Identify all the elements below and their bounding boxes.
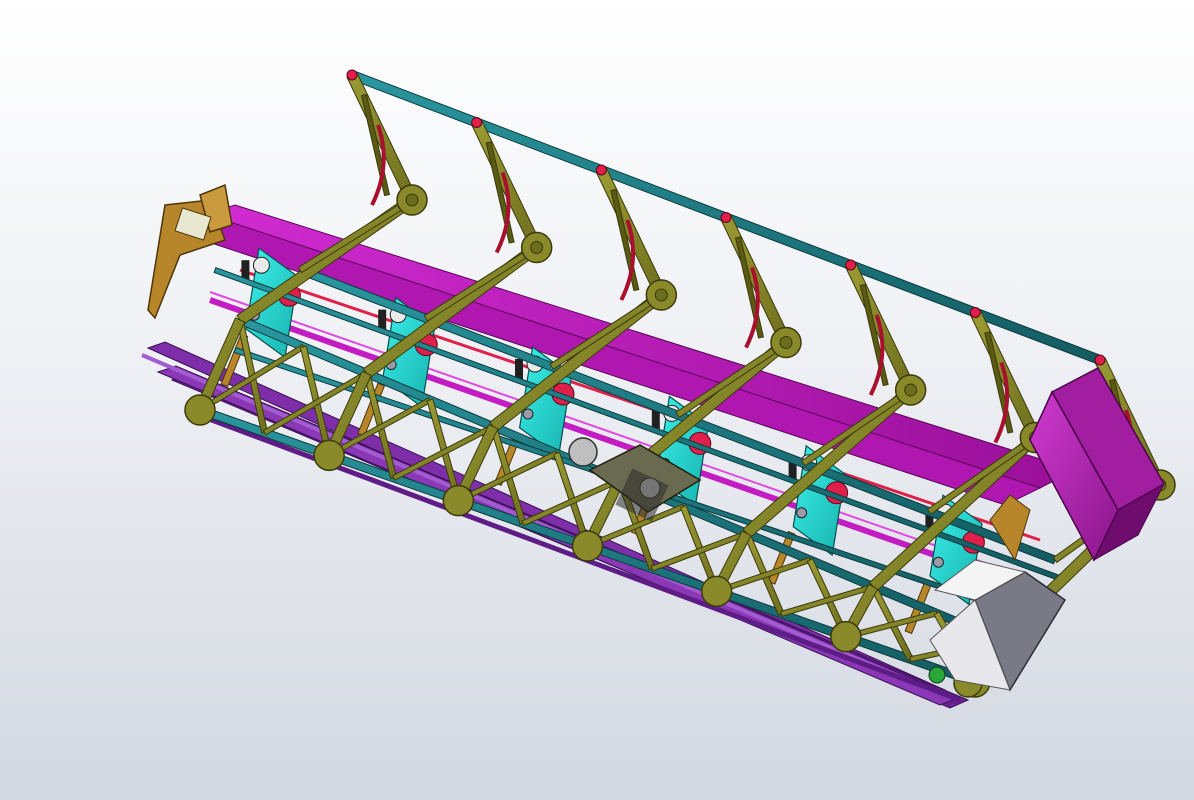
rail-endcap-hub [405, 193, 419, 207]
top-bearing-icon [595, 164, 607, 176]
foot-pad-icon [442, 484, 475, 517]
bolt-icon [932, 556, 944, 568]
idler-wheel-icon [252, 256, 270, 274]
conveyor-assembly-model[interactable] [0, 0, 1194, 800]
motor-housing [928, 559, 1067, 692]
top-bearing-icon [720, 212, 732, 223]
foot-pad-icon [313, 439, 345, 472]
top-bearing-icon [471, 117, 483, 128]
cad-3d-viewport[interactable] [0, 0, 1194, 800]
foot-pad-icon [184, 394, 216, 426]
foot-pad-icon [700, 575, 733, 608]
foot-pad-icon [571, 530, 604, 562]
end-magenta-box [1029, 367, 1166, 562]
top-bearing-icon [1094, 354, 1106, 366]
rail-endcap-hub [654, 288, 668, 302]
top-bearing-icon [845, 259, 857, 271]
foot-pad-icon [830, 620, 862, 653]
top-bearing-icon [346, 69, 358, 81]
rail-endcap-hub [904, 383, 918, 397]
rail-endcap-hub [530, 241, 544, 254]
rail-endcap-hub [779, 336, 793, 349]
bolt-icon [522, 408, 534, 420]
top-bearing-icon [969, 307, 981, 318]
bolt-icon [796, 507, 808, 519]
